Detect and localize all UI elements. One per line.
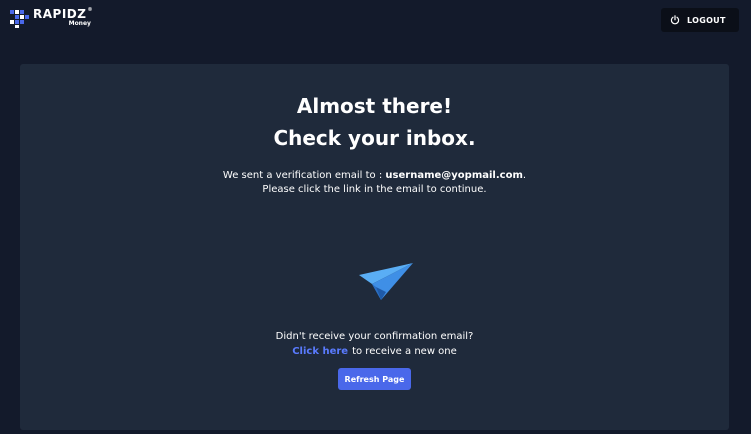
resend-suffix: to receive a new one [352, 346, 457, 357]
email-address: username@yopmail.com [385, 170, 523, 181]
message-prefix: We sent a verification email to : [222, 170, 383, 181]
verification-page: RAPIDZ® Money LOGOUT Almost there! Check… [0, 0, 751, 434]
rapidz-logo-icon [10, 10, 29, 28]
verification-message: We sent a verification email to : userna… [20, 169, 729, 182]
logout-button[interactable]: LOGOUT [661, 8, 739, 32]
logo-subtitle: Money [68, 20, 91, 27]
verification-card: Almost there! Check your inbox. We sent … [20, 64, 729, 430]
logo: RAPIDZ® Money [10, 8, 93, 28]
page-title-line1: Almost there! [296, 94, 453, 118]
page-title-line2: Check your inbox. [273, 126, 476, 150]
header: RAPIDZ® Money LOGOUT [0, 0, 751, 50]
message-suffix: . [522, 170, 527, 181]
logo-registered-mark: ® [87, 7, 93, 13]
click-here-link[interactable]: Click here [292, 346, 348, 357]
logo-name: RAPIDZ® [33, 7, 93, 21]
logout-label: LOGOUT [687, 15, 726, 25]
power-icon [670, 15, 680, 25]
resend-question: Didn't receive your confirmation email? [275, 331, 474, 342]
paper-plane-icon [359, 263, 413, 300]
resend-line: Click here to receive a new one [20, 345, 729, 358]
verification-instruction: Please click the link in the email to co… [262, 184, 487, 195]
refresh-page-button[interactable]: Refresh Page [338, 368, 411, 390]
